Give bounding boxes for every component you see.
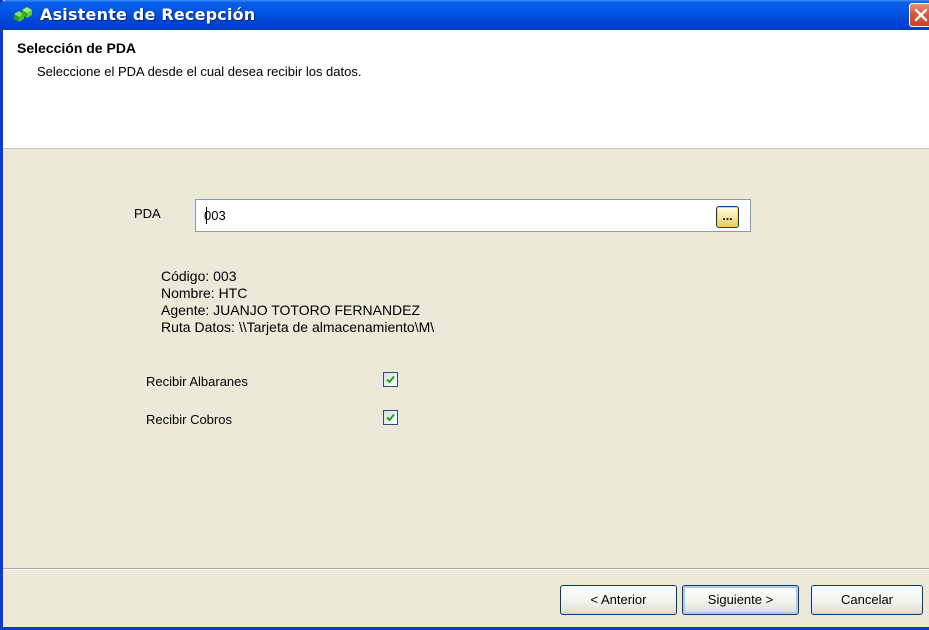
checkmark-icon [386, 375, 395, 384]
window-title: Asistente de Recepción [40, 5, 256, 24]
wizard-window: Asistente de Recepción Selección de PDA … [0, 0, 929, 630]
recibir-albaranes-label: Recibir Albaranes [146, 374, 248, 389]
page-subtitle: Seleccione el PDA desde el cual desea re… [37, 64, 362, 79]
back-button[interactable]: < Anterior [560, 585, 677, 615]
checkmark-icon [386, 413, 395, 422]
cancel-button[interactable]: Cancelar [811, 585, 923, 615]
title-bar[interactable]: Asistente de Recepción [0, 0, 929, 30]
pda-label: PDA [134, 206, 161, 221]
recibir-albaranes-checkbox[interactable] [383, 372, 398, 387]
recibir-cobros-checkbox[interactable] [383, 410, 398, 425]
pda-info: Código: 003 Nombre: HTC Agente: JUANJO T… [161, 268, 434, 336]
recibir-cobros-label: Recibir Cobros [146, 412, 232, 427]
pda-agente: Agente: JUANJO TOTORO FERNANDEZ [161, 302, 421, 318]
browse-pda-button[interactable]: ... [716, 206, 739, 228]
text-caret [206, 207, 207, 224]
pda-input-value: 003 [204, 208, 226, 223]
pda-input[interactable]: 003 [195, 199, 751, 232]
wizard-header [3, 30, 929, 149]
pda-ruta: Ruta Datos: \\Tarjeta de almacenamiento\… [161, 319, 435, 335]
close-icon [914, 8, 928, 22]
page-title: Selección de PDA [17, 40, 137, 56]
pda-nombre: Nombre: HTC [161, 285, 248, 301]
green-cubes-icon [12, 6, 34, 24]
close-button[interactable] [909, 3, 929, 27]
pda-codigo: Código: 003 [161, 268, 237, 284]
next-button[interactable]: Siguiente > [682, 585, 799, 615]
